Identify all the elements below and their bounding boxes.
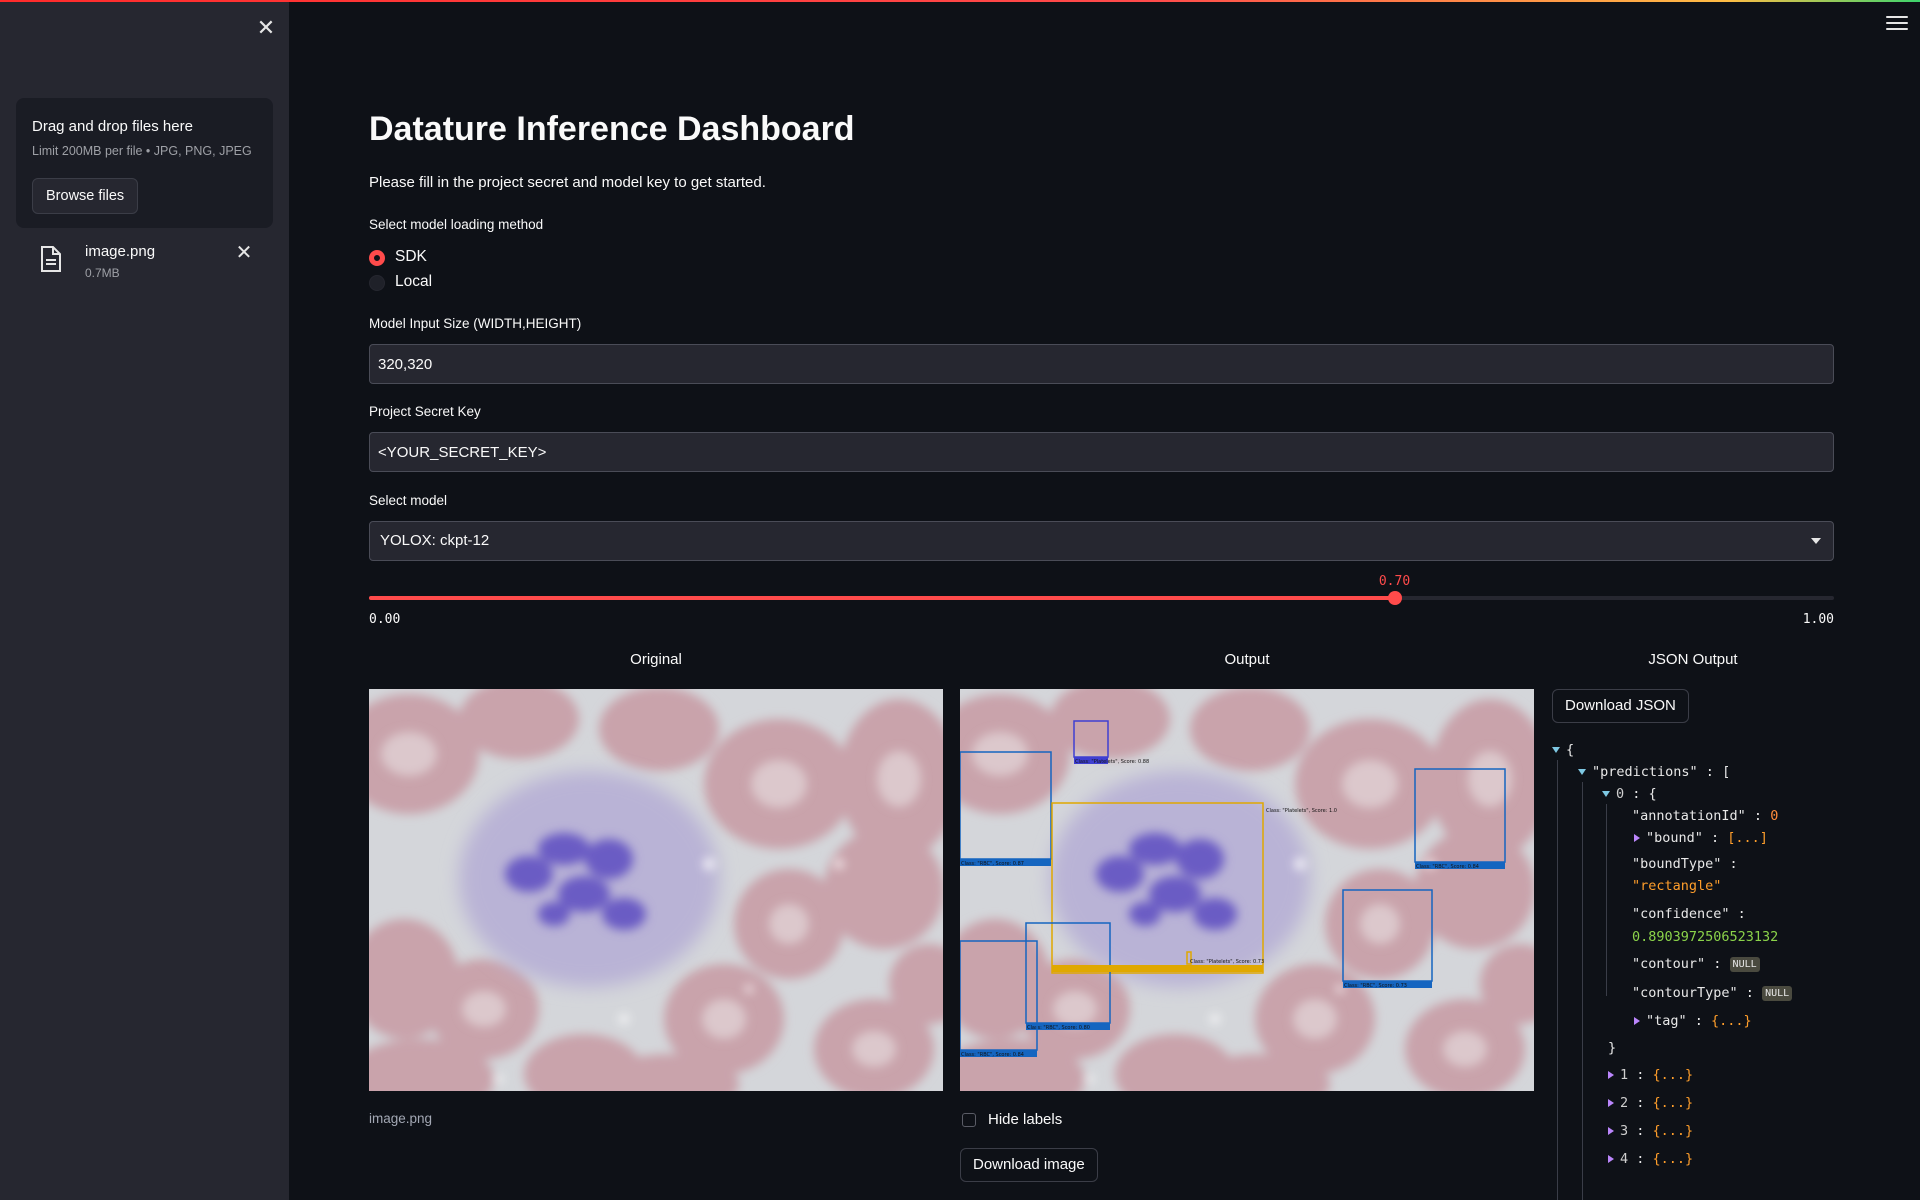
detection-label-bar [1052,965,1263,972]
secret-key-label: Project Secret Key [369,404,481,419]
uploaded-file-item: image.png 0.7MB ✕ [36,242,266,286]
page-subtitle: Please fill in the project secret and mo… [369,174,766,191]
json-item-1[interactable]: 1 : {...} [1608,1065,1693,1085]
json-guide [1606,804,1607,996]
json-boundType: "boundType" : [1632,856,1738,872]
json-guide [1557,760,1558,1200]
json-boundType-value: "rectangle" [1632,878,1722,894]
json-item-0[interactable]: 0 : { [1602,784,1657,804]
threshold-slider-value: 0.70 [1378,574,1411,589]
detection-label: Class: "Platelets", Score: 1.0 [1266,808,1337,814]
output-heading: Output [1224,651,1270,668]
hide-labels-checkbox-box[interactable] [962,1113,976,1127]
json-item-0-close: } [1608,1040,1617,1056]
detection-label: Class: "Platelets", Score: 0.88 [1075,759,1149,765]
download-image-button[interactable]: Download image [960,1148,1098,1182]
radio-local-indicator[interactable] [369,275,385,291]
json-item-2[interactable]: 2 : {...} [1608,1093,1693,1113]
threshold-slider[interactable] [369,591,1834,605]
chevron-down-icon [1811,538,1821,544]
detection-label: Class: "RBC", Score: 0.73 [1344,983,1407,989]
caret-right-icon[interactable] [1608,1155,1614,1163]
caret-right-icon[interactable] [1608,1071,1614,1079]
json-viewer: { "predictions" : [ 0 : { "annotationId"… [1552,740,1852,1200]
model-select-label: Select model [369,493,448,508]
json-guide [1582,782,1583,1200]
radio-sdk-label: SDK [395,248,427,265]
caret-down-icon[interactable] [1602,791,1610,797]
caret-right-icon[interactable] [1634,834,1640,842]
close-sidebar-icon[interactable]: ✕ [254,16,278,40]
json-root[interactable]: { [1552,740,1574,760]
download-json-button[interactable]: Download JSON [1552,689,1689,723]
json-contour: "contour" : NULL [1632,954,1760,974]
input-size-label: Model Input Size (WIDTH,HEIGHT) [369,316,582,331]
json-bound[interactable]: "bound" : [...] [1634,828,1768,848]
page-title: Datature Inference Dashboard [369,110,855,148]
dropzone-limit-text: Limit 200MB per file • JPG, PNG, JPEG [32,144,252,158]
caret-down-icon[interactable] [1552,747,1560,753]
threshold-slider-max: 1.00 [1802,612,1834,627]
browse-files-button[interactable]: Browse files [32,178,139,214]
json-contourType: "contourType" : NULL [1632,983,1793,1003]
file-icon [41,246,61,272]
original-image [369,689,943,1091]
original-image-caption: image.png [369,1111,433,1126]
detection-label: Class: "RBC", Score: 0.87 [961,861,1024,867]
json-predictions[interactable]: "predictions" : [ [1578,762,1730,782]
model-select[interactable]: YOLOX: ckpt-12 [369,521,1834,561]
output-image: Class: "RBC", Score: 0.87 Class: "Platele… [960,689,1534,1091]
loading-method-label: Select model loading method [369,217,544,232]
json-item-4[interactable]: 4 : {...} [1608,1149,1693,1169]
file-size: 0.7MB [85,266,120,280]
hide-labels-label: Hide labels [988,1111,1063,1128]
radio-local-label: Local [395,273,433,290]
detection-label: Class: "RBC", Score: 0.84 [1416,864,1479,870]
radio-sdk-indicator[interactable] [369,250,385,266]
threshold-slider-thumb[interactable] [1387,591,1402,605]
threshold-slider-min: 0.00 [369,612,401,627]
model-select-value: YOLOX: ckpt-12 [380,532,490,549]
json-confidence-value: 0.8903972506523132 [1632,929,1779,945]
detection-label: Class: "RBC", Score: 0.84 [961,1052,1024,1058]
file-name: image.png [85,243,156,260]
file-dropzone[interactable]: Drag and drop files here Limit 200MB per… [16,98,273,228]
threshold-slider-fill [369,596,1395,600]
dropzone-title: Drag and drop files here [32,118,193,135]
json-output-heading: JSON Output [1648,651,1738,668]
remove-file-icon[interactable]: ✕ [234,242,254,264]
caret-right-icon[interactable] [1634,1017,1640,1025]
json-confidence: "confidence" : [1632,906,1746,922]
hamburger-menu-icon[interactable] [1886,16,1908,34]
json-item-3[interactable]: 3 : {...} [1608,1121,1693,1141]
json-tag[interactable]: "tag" : {...} [1634,1011,1752,1031]
caret-right-icon[interactable] [1608,1099,1614,1107]
input-size-field[interactable] [369,344,1834,384]
json-annotationId: "annotationId" : 0 [1632,808,1779,824]
detection-label: Class: "Platelets", Score: 0.73 [1190,959,1264,965]
sidebar: ✕ Drag and drop files here Limit 200MB p… [0,2,289,1200]
original-heading: Original [630,651,682,668]
caret-right-icon[interactable] [1608,1127,1614,1135]
caret-down-icon[interactable] [1578,769,1586,775]
secret-key-field[interactable] [369,432,1834,472]
